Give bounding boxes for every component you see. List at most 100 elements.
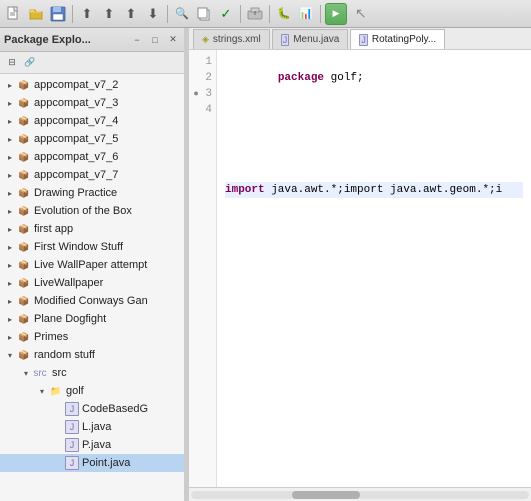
tree-label: Point.java: [82, 457, 130, 469]
scrollbar-track[interactable]: [191, 491, 529, 499]
run-button[interactable]: ▶: [325, 3, 347, 25]
tree-item-plane-dogfight[interactable]: 📦 Plane Dogfight: [0, 310, 184, 328]
tree-label: L.java: [82, 421, 111, 433]
download-icon-1[interactable]: ⬇: [143, 4, 163, 24]
check-icon[interactable]: ✓: [216, 4, 236, 24]
editor-tabs: ◈ strings.xml J Menu.java J RotatingPoly…: [189, 28, 531, 50]
copy-icon[interactable]: [194, 4, 214, 24]
tree-item-appcompat7[interactable]: 📦 appcompat_v7_7: [0, 166, 184, 184]
tree-item-l-java[interactable]: J L.java: [0, 418, 184, 436]
tree-arrow: [4, 115, 16, 127]
java-tab-icon: J: [281, 34, 290, 46]
save-icon[interactable]: [48, 4, 68, 24]
tree-item-appcompat2[interactable]: 📦 appcompat_v7_2: [0, 76, 184, 94]
tree-item-p-java[interactable]: J P.java: [0, 436, 184, 454]
search-icon[interactable]: 🔍: [172, 4, 192, 24]
package-icon: 📦: [17, 276, 31, 290]
package-icon: 📦: [17, 132, 31, 146]
toolbar-sep-5: [320, 5, 321, 23]
profile-icon[interactable]: 📊: [296, 4, 316, 24]
package-icon: 📦: [17, 168, 31, 182]
tree-item-golf[interactable]: 📁 golf: [0, 382, 184, 400]
upload-icon-1[interactable]: ⬆: [77, 4, 97, 24]
collapse-all-icon[interactable]: ⊟: [4, 55, 20, 71]
debug-icon[interactable]: 🐛: [274, 4, 294, 24]
tree-item-drawing-practice[interactable]: 📦 Drawing Practice: [0, 184, 184, 202]
line-num-1: 1: [189, 54, 212, 70]
tree-item-point-java[interactable]: J Point.java: [0, 454, 184, 472]
folder-icon: 📁: [49, 384, 63, 398]
tree-label: appcompat_v7_3: [34, 97, 118, 109]
line-num-3: ● 3: [189, 86, 212, 102]
tree-label: appcompat_v7_5: [34, 133, 118, 145]
xml-icon: ◈: [202, 34, 209, 45]
main-layout: Package Explo... − □ ✕ ⊟ 🔗 📦 appcompat_v…: [0, 28, 531, 501]
java-icon: J: [65, 402, 79, 416]
tab-strings-xml[interactable]: ◈ strings.xml: [193, 29, 270, 49]
tree-item-appcompat6[interactable]: 📦 appcompat_v7_6: [0, 148, 184, 166]
upload-icon-2[interactable]: ⬆: [99, 4, 119, 24]
tree-arrow: [4, 187, 16, 199]
tree-item-livewallpaper[interactable]: 📦 LiveWallpaper: [0, 274, 184, 292]
tree-label: golf: [66, 385, 84, 397]
maximize-icon[interactable]: □: [148, 33, 162, 47]
tree-item-codebasedg[interactable]: J CodeBasedG: [0, 400, 184, 418]
tree-item-evolution-box[interactable]: 📦 Evolution of the Box: [0, 202, 184, 220]
tree-label: random stuff: [34, 349, 95, 361]
tree-arrow: [4, 169, 16, 181]
src-icon: src: [33, 366, 47, 380]
tree-item-first-window[interactable]: 📦 First Window Stuff: [0, 238, 184, 256]
tree-item-modified-conways[interactable]: 📦 Modified Conways Gan: [0, 292, 184, 310]
new-wizard-icon[interactable]: [4, 4, 24, 24]
tree-label: First Window Stuff: [34, 241, 123, 253]
java-icon: J: [65, 420, 79, 434]
tab-rotating-poly[interactable]: J RotatingPoly...: [350, 29, 445, 49]
package-icon: 📦: [17, 312, 31, 326]
tree-label: P.java: [82, 439, 111, 451]
tree-item-first-app[interactable]: 📦 first app: [0, 220, 184, 238]
package-explorer: Package Explo... − □ ✕ ⊟ 🔗 📦 appcompat_v…: [0, 28, 185, 501]
tree-label: first app: [34, 223, 73, 235]
close-icon[interactable]: ✕: [166, 33, 180, 47]
tree-arrow: [4, 223, 16, 235]
upload-icon-3[interactable]: ⬆: [121, 4, 141, 24]
open-icon[interactable]: [26, 4, 46, 24]
java-icon: J: [65, 456, 79, 470]
tree-item-live-wallpaper-attempt[interactable]: 📦 Live WallPaper attempt: [0, 256, 184, 274]
tree-label: appcompat_v7_2: [34, 79, 118, 91]
cursor-icon: ↖: [355, 5, 367, 22]
pe-header: Package Explo... − □ ✕: [0, 28, 184, 52]
tree-item-appcompat5[interactable]: 📦 appcompat_v7_5: [0, 130, 184, 148]
tree-arrow: [4, 295, 16, 307]
minimize-icon[interactable]: −: [130, 33, 144, 47]
pe-tree: 📦 appcompat_v7_2 📦 appcompat_v7_3 📦 appc…: [0, 74, 184, 501]
link-with-editor-icon[interactable]: 🔗: [22, 55, 38, 71]
scrollbar-thumb[interactable]: [292, 491, 360, 499]
tree-item-random-stuff[interactable]: 📦 random stuff: [0, 346, 184, 364]
breakpoint-icon: ●: [193, 89, 198, 99]
tree-arrow: [4, 97, 16, 109]
horizontal-scrollbar[interactable]: [189, 487, 531, 501]
tree-arrow: [52, 439, 64, 451]
pe-toolbar: ⊟ 🔗: [0, 52, 184, 74]
tree-label: Live WallPaper attempt: [34, 259, 147, 271]
build-icon[interactable]: [245, 4, 265, 24]
tree-label: Plane Dogfight: [34, 313, 106, 325]
tree-arrow: [4, 259, 16, 271]
package-icon: 📦: [17, 258, 31, 272]
editor-panel: ◈ strings.xml J Menu.java J RotatingPoly…: [189, 28, 531, 501]
tree-label: Evolution of the Box: [34, 205, 132, 217]
tab-menu-java[interactable]: J Menu.java: [272, 29, 349, 49]
tree-item-appcompat4[interactable]: 📦 appcompat_v7_4: [0, 112, 184, 130]
tree-arrow: [36, 385, 48, 397]
code-area[interactable]: package golf; import java.awt.*;import j…: [217, 50, 531, 487]
tree-item-appcompat3[interactable]: 📦 appcompat_v7_3: [0, 94, 184, 112]
package-icon: 📦: [17, 348, 31, 362]
package-icon: 📦: [17, 204, 31, 218]
java-tab-icon: J: [359, 34, 368, 46]
package-icon: 📦: [17, 330, 31, 344]
tree-arrow: [4, 133, 16, 145]
tree-item-src[interactable]: src src: [0, 364, 184, 382]
tree-item-primes[interactable]: 📦 Primes: [0, 328, 184, 346]
tree-label: Primes: [34, 331, 68, 343]
